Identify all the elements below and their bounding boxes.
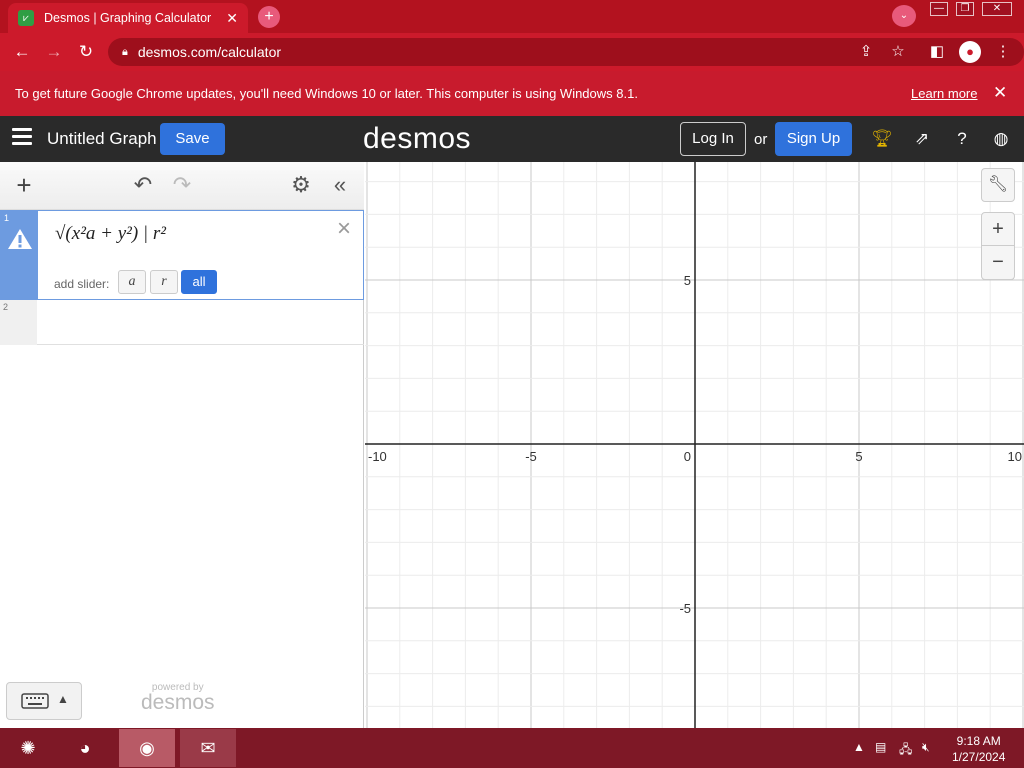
share-graph-icon[interactable]: ⇗ — [911, 128, 933, 150]
slider-a-button[interactable]: a — [118, 270, 146, 294]
save-button[interactable]: Save — [160, 123, 225, 155]
close-window-icon[interactable]: ✕ — [982, 2, 1012, 16]
graph-title[interactable]: Untitled Graph — [47, 129, 157, 149]
hamburger-menu-icon[interactable] — [12, 128, 32, 148]
side-panel-icon[interactable]: ◧ — [927, 42, 947, 62]
reload-icon[interactable]: ↻ — [76, 42, 96, 62]
expression-row[interactable]: 2 — [0, 300, 364, 345]
y-tick-label: -5 — [679, 601, 691, 616]
tab-search-icon[interactable]: ⌄ — [892, 5, 916, 27]
tray-overflow-icon[interactable]: ▲ — [853, 740, 865, 754]
zoom-out-button[interactable]: − — [981, 246, 1015, 280]
clock-time: 9:18 AM — [956, 734, 1001, 748]
expression-tab[interactable]: 2 — [0, 300, 37, 345]
infobar-close-icon[interactable]: ✕ — [993, 83, 1007, 103]
chrome-menu-icon[interactable]: ⋮ — [993, 42, 1013, 62]
expression-row[interactable]: 1 √(x²a + y²) | r² × add slider: a r all — [0, 210, 364, 300]
powered-by-logo: desmos — [141, 691, 215, 714]
x-tick-label: 10 — [1008, 449, 1022, 464]
forward-arrow-icon[interactable]: → — [44, 42, 64, 62]
address-bar[interactable]: 🔒︎ desmos.com/calculator — [108, 38, 1024, 66]
share-icon[interactable]: ⇪ — [856, 42, 876, 62]
x-tick-label: 0 — [684, 449, 691, 464]
signup-button[interactable]: Sign Up — [775, 122, 852, 156]
firefox-icon[interactable]: ◕ — [57, 729, 113, 767]
desmos-logo: desmos — [363, 122, 472, 155]
redo-icon[interactable]: ↷ — [170, 173, 194, 197]
trophy-icon[interactable]: 🏆︎ — [871, 128, 893, 150]
login-button[interactable]: Log In — [680, 122, 746, 156]
minimize-window-icon[interactable]: — — [930, 2, 948, 16]
expression-index: 1 — [4, 213, 10, 223]
desmos-favicon-icon: ⩗ — [18, 10, 34, 26]
warning-icon[interactable] — [7, 228, 33, 250]
collapse-panel-icon[interactable]: « — [328, 173, 352, 197]
expression-panel: + ↶ ↷ ⚙ « 1 √(x²a + y²) | r² × add slide… — [0, 162, 364, 728]
x-tick-label: -5 — [525, 449, 537, 464]
lock-icon[interactable]: 🔒︎ — [122, 46, 128, 59]
settings-gear-icon[interactable]: ⚙ — [289, 173, 313, 197]
chrome-taskbar-icon[interactable]: ◉ — [119, 729, 175, 767]
restore-window-icon[interactable]: ❐ — [956, 2, 974, 16]
language-globe-icon[interactable]: ◍ — [990, 128, 1012, 150]
desmos-header: Untitled Graph Save desmos Log In or Sig… — [0, 116, 1024, 162]
graph-paper[interactable]: -10 -5 0 5 10 5 -5 🔧︎ + − — [365, 162, 1024, 728]
undo-icon[interactable]: ↶ — [131, 173, 155, 197]
slider-all-button[interactable]: all — [181, 270, 217, 294]
infobar-message: To get future Google Chrome updates, you… — [15, 86, 638, 101]
tab-close-icon[interactable]: ✕ — [226, 10, 238, 27]
graph-grid[interactable]: -10 -5 0 5 10 5 -5 — [365, 162, 1024, 728]
outlook-icon[interactable]: ✉ — [180, 729, 236, 767]
action-center-icon[interactable]: ▤ — [875, 740, 886, 754]
start-button-icon[interactable]: ✺ — [0, 729, 56, 767]
graph-settings-wrench-icon[interactable]: 🔧︎ — [981, 168, 1015, 202]
help-icon[interactable]: ? — [951, 128, 973, 150]
learn-more-link[interactable]: Learn more — [911, 86, 977, 101]
new-tab-button[interactable]: + — [258, 6, 280, 28]
browser-toolbar: ← → ↻ 🔒︎ desmos.com/calculator ⇪ ☆ ◧ ⋮ — [0, 33, 1024, 71]
system-clock[interactable]: 9:18 AM 1/27/2024 — [952, 733, 1005, 765]
or-text: or — [754, 131, 768, 148]
add-item-icon[interactable]: + — [12, 172, 36, 198]
url-text: desmos.com/calculator — [137, 44, 282, 60]
expression-math-input[interactable]: √(x²a + y²) | r² — [55, 223, 166, 245]
profile-avatar-icon[interactable]: ● — [959, 41, 981, 63]
tab-title: Desmos | Graphing Calculator — [44, 11, 212, 25]
slider-r-button[interactable]: r — [150, 270, 178, 294]
zoom-in-button[interactable]: + — [981, 212, 1015, 246]
powered-by-desmos[interactable]: powered by desmos — [141, 682, 215, 715]
x-tick-label: -10 — [368, 449, 387, 464]
caret-up-icon: ▲ — [57, 692, 69, 706]
browser-tab-strip: ⩗ Desmos | Graphing Calculator ✕ + ⌄ — ❐… — [0, 0, 1024, 33]
network-icon[interactable]: 🖧︎ — [899, 740, 912, 761]
keyboard-toggle-button[interactable]: ▲ — [6, 682, 82, 720]
back-arrow-icon[interactable]: ← — [12, 42, 32, 62]
x-tick-label: 5 — [855, 449, 862, 464]
expression-toolbar: + ↶ ↷ ⚙ « — [0, 162, 364, 210]
clock-date: 1/27/2024 — [952, 750, 1006, 764]
expression-index: 2 — [3, 302, 9, 312]
y-tick-label: 5 — [684, 273, 691, 288]
add-slider-label: add slider: — [54, 277, 110, 291]
bookmark-star-icon[interactable]: ☆ — [888, 42, 908, 62]
keyboard-icon — [21, 693, 49, 709]
chrome-update-infobar: To get future Google Chrome updates, you… — [0, 71, 1024, 116]
windows-taskbar: ✺ ◕ ◉ ✉ ▲ ▤ 🖧︎ 🔇︎ 9:18 AM 1/27/2024 — [0, 728, 1024, 768]
delete-expression-icon[interactable]: × — [337, 215, 351, 243]
browser-tab[interactable]: ⩗ Desmos | Graphing Calculator ✕ — [8, 3, 248, 33]
volume-icon[interactable]: 🔇︎ — [922, 740, 930, 755]
expression-tab[interactable]: 1 — [1, 211, 38, 299]
